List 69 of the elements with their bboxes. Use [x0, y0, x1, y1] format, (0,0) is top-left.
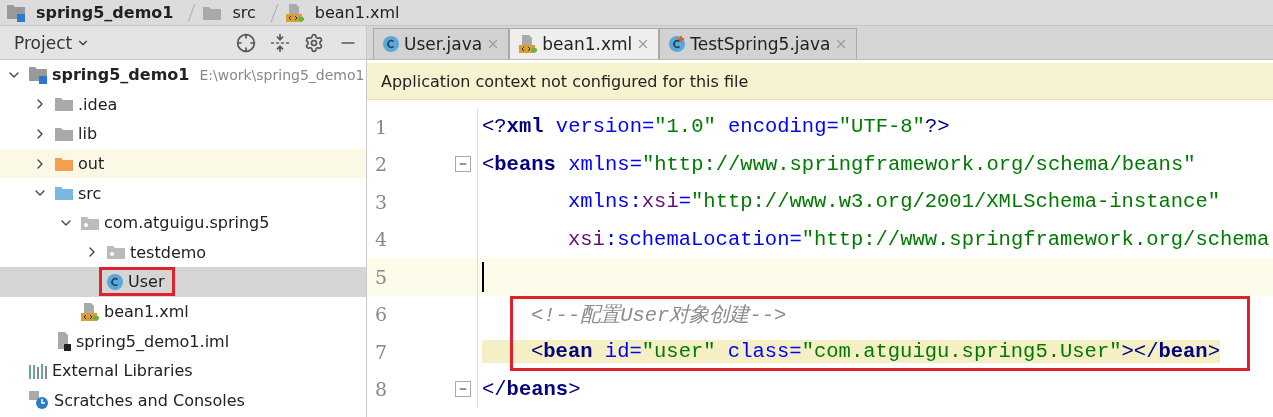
line-number: 6: [374, 303, 389, 326]
code-line: <beans xmlns="http://www.springframework.org/schema/beans": [482, 152, 1196, 176]
tree-item[interactable]: lib: [0, 119, 366, 149]
notification-banner: Application context not configured for this file: [367, 63, 1273, 100]
tree-label: com.atguigu.spring5: [104, 213, 270, 233]
tree-label: spring5_demo1: [52, 65, 190, 85]
folder-icon: [202, 4, 223, 21]
line-number: 4: [374, 228, 389, 251]
code-line: <!--配置User对象创建-->: [530, 303, 787, 329]
tree-label: out: [78, 154, 105, 174]
tree-item[interactable]: spring5_demo1.iml: [0, 326, 366, 356]
tree-label: lib: [78, 124, 98, 144]
tree-item[interactable]: out: [0, 148, 366, 179]
tree-item[interactable]: .idea: [0, 89, 366, 120]
editor-tab[interactable]: TestSpring5.java: [659, 28, 858, 59]
line-number: 1: [374, 115, 389, 138]
settings-icon[interactable]: [304, 32, 324, 53]
tree-label: External Libraries: [52, 361, 193, 381]
tree-label: spring5_demo1.iml: [76, 331, 230, 351]
editor-tab[interactable]: bean1.xml: [509, 28, 660, 59]
module-icon: [28, 65, 48, 84]
class-icon: [106, 272, 124, 291]
scratches-icon: [28, 390, 50, 411]
code-line: <?xml version="1.0" encoding="UTF-8"?>: [482, 115, 950, 139]
project-path: E:\work\spring5_demo1: [199, 66, 365, 83]
tree-item[interactable]: External Libraries: [0, 355, 366, 386]
text-caret: [482, 261, 484, 292]
module-icon: [6, 3, 26, 22]
breadcrumb-item[interactable]: bean1.xml: [314, 3, 400, 22]
line-number: 5: [374, 265, 389, 288]
class-icon: [382, 35, 400, 53]
line-number: 8: [374, 378, 389, 401]
tree-label: User: [128, 272, 165, 292]
package-icon: [80, 214, 100, 231]
tree-item[interactable]: Scratches and Consoles: [0, 385, 366, 416]
package-icon: [106, 244, 126, 261]
tree-label: src: [78, 183, 102, 203]
tree-item[interactable]: testdemo: [0, 237, 366, 268]
breadcrumb-item[interactable]: spring5_demo1: [36, 3, 174, 22]
code-line: </beans>: [482, 377, 581, 401]
line-number: 2: [374, 153, 389, 176]
editor-tab[interactable]: User.java: [373, 28, 510, 59]
line-number: 7: [374, 340, 389, 363]
libraries-icon: [28, 362, 48, 379]
breadcrumb-item[interactable]: src: [232, 3, 256, 22]
line-number: 3: [374, 190, 389, 213]
xml-file-icon: [518, 34, 539, 54]
xml-file-icon: [80, 301, 100, 322]
tree-label: bean1.xml: [104, 302, 189, 322]
tree-item[interactable]: spring5_demo1 E:\work\spring5_demo1: [0, 60, 366, 90]
tree-item[interactable]: src: [0, 178, 366, 208]
code-line: xmlns:xsi="http://www.w3.org/2001/XMLSchema-instance": [567, 190, 1221, 214]
tree-label: Scratches and Consoles: [54, 390, 245, 410]
class-icon: [668, 35, 687, 53]
tree-label: .idea: [78, 94, 118, 114]
tree-item[interactable]: com.atguigu.spring5: [0, 207, 366, 238]
fold-icon[interactable]: [455, 156, 471, 173]
folder-icon: [54, 96, 74, 113]
folder-icon: [54, 126, 74, 142]
fold-icon[interactable]: [455, 381, 471, 398]
collapse-icon[interactable]: [270, 32, 290, 53]
tree-item[interactable]: bean1.xml: [0, 296, 366, 327]
code-line: xsi:schemaLocation="http://www.springframework.org/schema: [567, 227, 1270, 251]
folder-icon: [54, 155, 74, 172]
folder-icon: [54, 185, 74, 202]
locate-icon[interactable]: [236, 32, 256, 53]
tree-item[interactable]: User: [0, 267, 366, 297]
xml-file-icon: [284, 2, 305, 23]
tree-label: testdemo: [130, 242, 207, 262]
